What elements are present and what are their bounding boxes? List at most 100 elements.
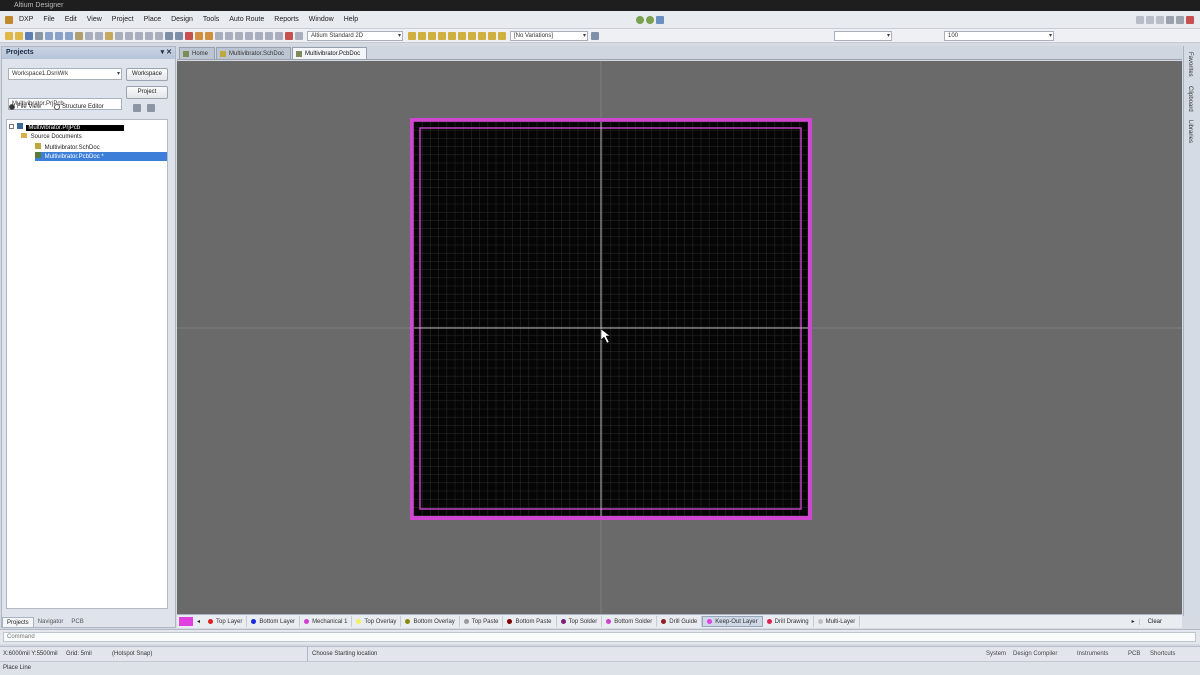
window-control-icon[interactable] [1156,15,1164,24]
zoom-fit-icon[interactable] [55,31,63,40]
tab-schematic[interactable]: Multivibrator.SchDoc [216,47,292,59]
menu-design[interactable]: Design [166,16,198,23]
measure-icon[interactable] [275,31,283,40]
polygon-icon[interactable] [235,31,243,40]
select-icon[interactable] [125,31,133,40]
view-config-combo[interactable]: Altium Standard 2D ▾ [307,30,403,41]
window-control-icon[interactable] [1146,15,1154,24]
close-icon[interactable] [1186,15,1194,24]
paste-icon[interactable] [105,31,113,40]
pcb-canvas-svg[interactable] [177,61,1182,614]
layer-icon[interactable] [408,31,416,40]
layer-icon[interactable] [468,31,476,40]
clear-filter-icon[interactable] [155,31,163,40]
cross-probe-icon[interactable] [75,31,83,40]
variant-icon[interactable] [591,31,599,40]
layer-icon[interactable] [438,31,446,40]
layer-tab[interactable]: Keep-Out Layer [702,616,763,627]
layer-icon[interactable] [488,31,496,40]
menu-reports[interactable]: Reports [269,16,304,23]
tree-pcb-item[interactable]: Multivibrator.PcbDoc * [35,152,167,161]
menu-window[interactable]: Window [304,16,339,23]
tab-pcb[interactable]: PCB [67,617,87,628]
window-control-icon[interactable] [1136,15,1144,24]
move-icon[interactable] [135,31,143,40]
cut-icon[interactable] [85,31,93,40]
zoom-area-icon[interactable] [65,31,73,40]
clear-button[interactable]: Clear [1138,618,1182,625]
panel-button-design-compiler[interactable]: Design Compiler [1013,647,1057,661]
panel-button-shortcuts[interactable]: Shortcuts [1150,647,1175,661]
layer-tab[interactable]: Top Overlay [352,616,402,627]
interactive-route-icon[interactable] [285,31,293,40]
undo-icon[interactable] [165,31,173,40]
place-icon[interactable] [265,31,273,40]
pad-icon[interactable] [195,31,203,40]
layer-tab[interactable]: Mechanical 1 [300,616,353,627]
command-line-input[interactable]: Command [3,632,1196,642]
layer-scroll-left-icon[interactable]: ◂ [197,618,200,625]
layer-icon[interactable] [478,31,486,40]
project-button[interactable]: Project [126,86,168,99]
maximize-icon[interactable] [1176,15,1184,24]
rubber-stamp-icon[interactable] [115,31,123,40]
save-icon[interactable] [25,31,33,40]
route-icon[interactable] [185,31,193,40]
tab-pcb-document[interactable]: Multivibrator.PcbDoc [292,47,368,59]
layer-tab[interactable]: Top Layer [204,616,248,627]
workspace-button[interactable]: Workspace [126,68,168,81]
layer-tab[interactable]: Bottom Overlay [401,616,460,627]
string-icon[interactable] [245,31,253,40]
home-icon[interactable] [656,15,664,24]
panel-controls[interactable]: ▾ ✕ [161,47,172,59]
component-icon[interactable] [255,31,263,40]
menu-dxp[interactable]: DXP [14,16,38,23]
layer-tab[interactable]: Bottom Layer [247,616,301,627]
menu-help[interactable]: Help [339,16,363,23]
expand-icon[interactable] [9,124,14,129]
redo-icon[interactable] [175,31,183,40]
panel-button-pcb[interactable]: PCB [1128,647,1140,661]
tab-home[interactable]: Home [179,47,216,59]
menu-edit[interactable]: Edit [60,16,82,23]
fill-icon[interactable] [225,31,233,40]
current-layer-swatch[interactable] [179,617,193,626]
layer-icon[interactable] [428,31,436,40]
layer-icon[interactable] [458,31,466,40]
menu-view[interactable]: View [82,16,107,23]
layer-tab[interactable]: Top Paste [460,616,504,627]
menu-project[interactable]: Project [107,16,139,23]
open-project-icon[interactable] [15,31,23,40]
minimize-icon[interactable] [1166,15,1174,24]
copy-icon[interactable] [95,31,103,40]
tree-folder-item[interactable]: Source Documents [21,133,82,142]
forward-icon[interactable] [646,15,654,24]
layer-tab[interactable]: Top Solder [557,616,603,627]
pcb-canvas[interactable] [177,61,1182,614]
menu-tools[interactable]: Tools [198,16,224,23]
layer-tab[interactable]: Drill Guide [657,616,703,627]
panel-button-instruments[interactable]: Instruments [1077,647,1108,661]
layer-icon[interactable] [418,31,426,40]
variations-combo[interactable]: [No Variations] ▾ [510,30,588,41]
tree-root-item[interactable]: Multivibrator.PrjPcb [9,123,165,132]
right-tab-clipboard[interactable]: Clipboard [1187,86,1193,112]
open-icon[interactable] [5,31,13,40]
panel-option-icon[interactable] [133,104,141,112]
unit-combo[interactable]: ▾ [834,30,892,41]
layer-scroll-right-icon[interactable]: ▸ [1132,618,1135,625]
arc-icon[interactable] [215,31,223,40]
layer-icon[interactable] [448,31,456,40]
panel-option-icon[interactable] [147,104,155,112]
layer-tab[interactable]: Bottom Paste [503,616,557,627]
back-icon[interactable] [636,15,644,24]
layer-icon[interactable] [498,31,506,40]
file-view-radio[interactable]: File View [9,104,41,110]
menu-file[interactable]: File [38,16,59,23]
tab-navigator[interactable]: Navigator [34,617,68,628]
deselect-icon[interactable] [145,31,153,40]
via-icon[interactable] [205,31,213,40]
layer-tab[interactable]: Bottom Solder [602,616,658,627]
tab-projects[interactable]: Projects [2,617,34,628]
net-icon[interactable] [295,31,303,40]
